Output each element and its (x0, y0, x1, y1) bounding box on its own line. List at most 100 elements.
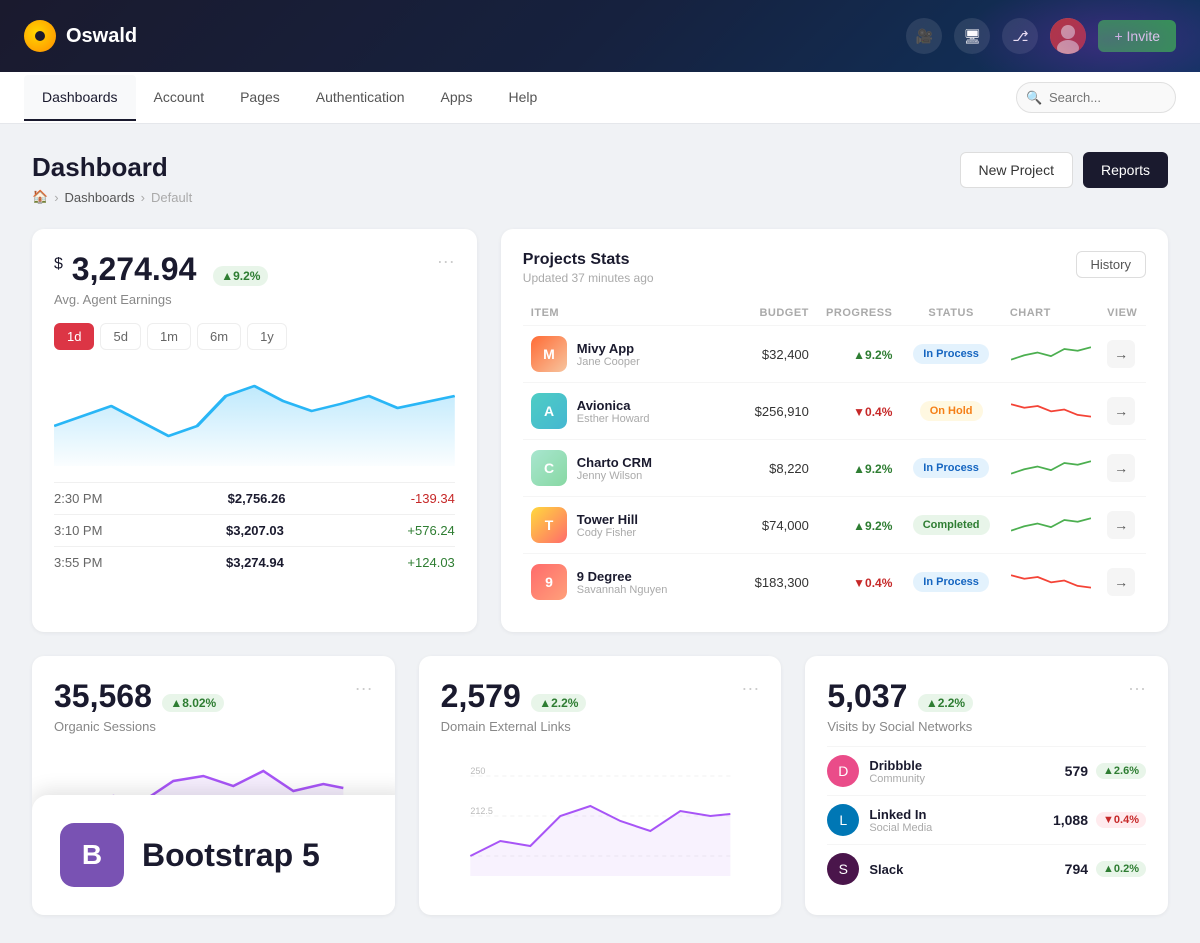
col-header-budget: BUDGET (726, 301, 817, 326)
page-content: Dashboard 🏠 › Dashboards › Default New P… (0, 124, 1200, 943)
svg-text:A: A (544, 403, 554, 419)
earnings-amount-row: $ 3,274.94 ▲9.2% (54, 251, 268, 288)
proj-item-cell: M Mivy App Jane Cooper (523, 326, 726, 383)
social-header: 5,037 ▲2.2% Visits by Social Networks ··… (827, 678, 1146, 734)
topbar-right: 🎥 🖥 ⎇ + Invite (906, 18, 1176, 54)
history-button[interactable]: History (1076, 251, 1146, 278)
bootstrap-overlay: B Bootstrap 5 (32, 795, 395, 915)
stat-change-3: +124.03 (407, 555, 454, 570)
social-left: S Slack (827, 853, 903, 885)
new-project-button[interactable]: New Project (960, 152, 1073, 188)
table-row: M Mivy App Jane Cooper $32,400 ▲9.2% In … (523, 326, 1146, 383)
reports-button[interactable]: Reports (1083, 152, 1168, 188)
search-icon: 🔍 (1026, 90, 1042, 106)
svg-text:212.5: 212.5 (470, 806, 493, 816)
nav-pages[interactable]: Pages (222, 75, 298, 121)
nav-help[interactable]: Help (490, 75, 555, 121)
currency-symbol: $ (54, 255, 63, 272)
nav-apps[interactable]: Apps (423, 75, 491, 121)
invite-button[interactable]: + Invite (1098, 20, 1176, 52)
social-type: Social Media (869, 822, 932, 834)
col-header-view: VIEW (1099, 301, 1146, 326)
breadcrumb: 🏠 › Dashboards › Default (32, 189, 192, 205)
earnings-badge: ▲9.2% (213, 266, 268, 286)
organic-label: Organic Sessions (54, 719, 224, 734)
social-more-icon[interactable]: ··· (1128, 678, 1146, 699)
organic-header: 35,568 ▲8.02% Organic Sessions ··· (54, 678, 373, 734)
filter-1d[interactable]: 1d (54, 323, 94, 350)
proj-view-btn[interactable]: → (1107, 397, 1135, 425)
proj-chart (1002, 554, 1099, 611)
camera-icon: 🎥 (916, 28, 933, 45)
breadcrumb-dashboards[interactable]: Dashboards (65, 190, 135, 205)
earnings-chart (54, 366, 455, 466)
social-left: L Linked In Social Media (827, 804, 932, 836)
avatar[interactable] (1050, 18, 1086, 54)
proj-item-cell: 9 9 Degree Savannah Nguyen (523, 554, 726, 611)
external-chart: 250 212.5 (441, 746, 760, 876)
earnings-amount: $ 3,274.94 (54, 251, 205, 287)
col-header-chart: CHART (1002, 301, 1099, 326)
proj-view: → (1099, 554, 1146, 611)
proj-status: In Process (900, 326, 1001, 383)
main-grid: $ 3,274.94 ▲9.2% Avg. Agent Earnings ···… (32, 229, 1168, 632)
social-card: 5,037 ▲2.2% Visits by Social Networks ··… (805, 656, 1168, 915)
svg-text:9: 9 (545, 574, 553, 590)
proj-view-btn[interactable]: → (1107, 511, 1135, 539)
filter-6m[interactable]: 6m (197, 323, 241, 350)
filter-1y[interactable]: 1y (247, 323, 287, 350)
proj-view: → (1099, 326, 1146, 383)
proj-view-btn[interactable]: → (1107, 340, 1135, 368)
stat-row-2: 3:10 PM $3,207.03 +576.24 (54, 514, 455, 546)
social-item: L Linked In Social Media 1,088 ▼0.4% (827, 795, 1146, 844)
svg-text:T: T (545, 517, 554, 533)
bootstrap-label: Bootstrap 5 (142, 837, 320, 874)
social-items: D Dribbble Community 579 ▲2.6% L Linked … (827, 746, 1146, 893)
social-item: S Slack 794 ▲0.2% (827, 844, 1146, 893)
bottom-grid: 35,568 ▲8.02% Organic Sessions ··· Canad… (32, 656, 1168, 915)
proj-chart (1002, 440, 1099, 497)
social-info: 5,037 ▲2.2% Visits by Social Networks (827, 678, 973, 734)
proj-item-cell: T Tower Hill Cody Fisher (523, 497, 726, 554)
stat-amount-2: $3,207.03 (226, 523, 284, 538)
external-header: 2,579 ▲2.2% Domain External Links ··· (441, 678, 760, 734)
proj-chart (1002, 497, 1099, 554)
proj-progress: ▼0.4% (817, 383, 901, 440)
proj-status: Completed (900, 497, 1001, 554)
share-icon-btn[interactable]: ⎇ (1002, 18, 1038, 54)
camera-icon-btn[interactable]: 🎥 (906, 18, 942, 54)
proj-progress: ▲9.2% (817, 440, 901, 497)
nav-account[interactable]: Account (136, 75, 223, 121)
proj-view-btn[interactable]: → (1107, 454, 1135, 482)
filter-5d[interactable]: 5d (100, 323, 140, 350)
topbar: Oswald 🎥 🖥 ⎇ + Invite (0, 0, 1200, 72)
monitor-icon-btn[interactable]: 🖥 (954, 18, 990, 54)
proj-budget: $256,910 (726, 383, 817, 440)
projects-title: Projects Stats (523, 251, 654, 269)
proj-status: On Hold (900, 383, 1001, 440)
projects-header: Projects Stats Updated 37 minutes ago Hi… (523, 251, 1146, 285)
nav-dashboards[interactable]: Dashboards (24, 75, 136, 121)
social-value: 794 (1065, 861, 1088, 877)
filter-1m[interactable]: 1m (147, 323, 191, 350)
stat-row-3: 3:55 PM $3,274.94 +124.03 (54, 546, 455, 578)
secondary-nav: Dashboards Account Pages Authentication … (0, 72, 1200, 124)
external-amount: 2,579 (441, 678, 521, 714)
proj-status: In Process (900, 440, 1001, 497)
proj-view: → (1099, 383, 1146, 440)
proj-view-btn[interactable]: → (1107, 568, 1135, 596)
proj-view: → (1099, 440, 1146, 497)
proj-budget: $32,400 (726, 326, 817, 383)
organic-info: 35,568 ▲8.02% Organic Sessions (54, 678, 224, 734)
time-filters: 1d 5d 1m 6m 1y (54, 323, 455, 350)
nav-authentication[interactable]: Authentication (298, 75, 423, 121)
earnings-card: $ 3,274.94 ▲9.2% Avg. Agent Earnings ···… (32, 229, 477, 632)
social-name: Slack (869, 862, 903, 877)
external-label: Domain External Links (441, 719, 587, 734)
organic-more-icon[interactable]: ··· (355, 678, 373, 699)
page-header: Dashboard 🏠 › Dashboards › Default New P… (32, 152, 1168, 205)
social-label: Visits by Social Networks (827, 719, 973, 734)
more-options-icon[interactable]: ··· (437, 251, 455, 272)
proj-chart (1002, 326, 1099, 383)
external-more-icon[interactable]: ··· (741, 678, 759, 699)
